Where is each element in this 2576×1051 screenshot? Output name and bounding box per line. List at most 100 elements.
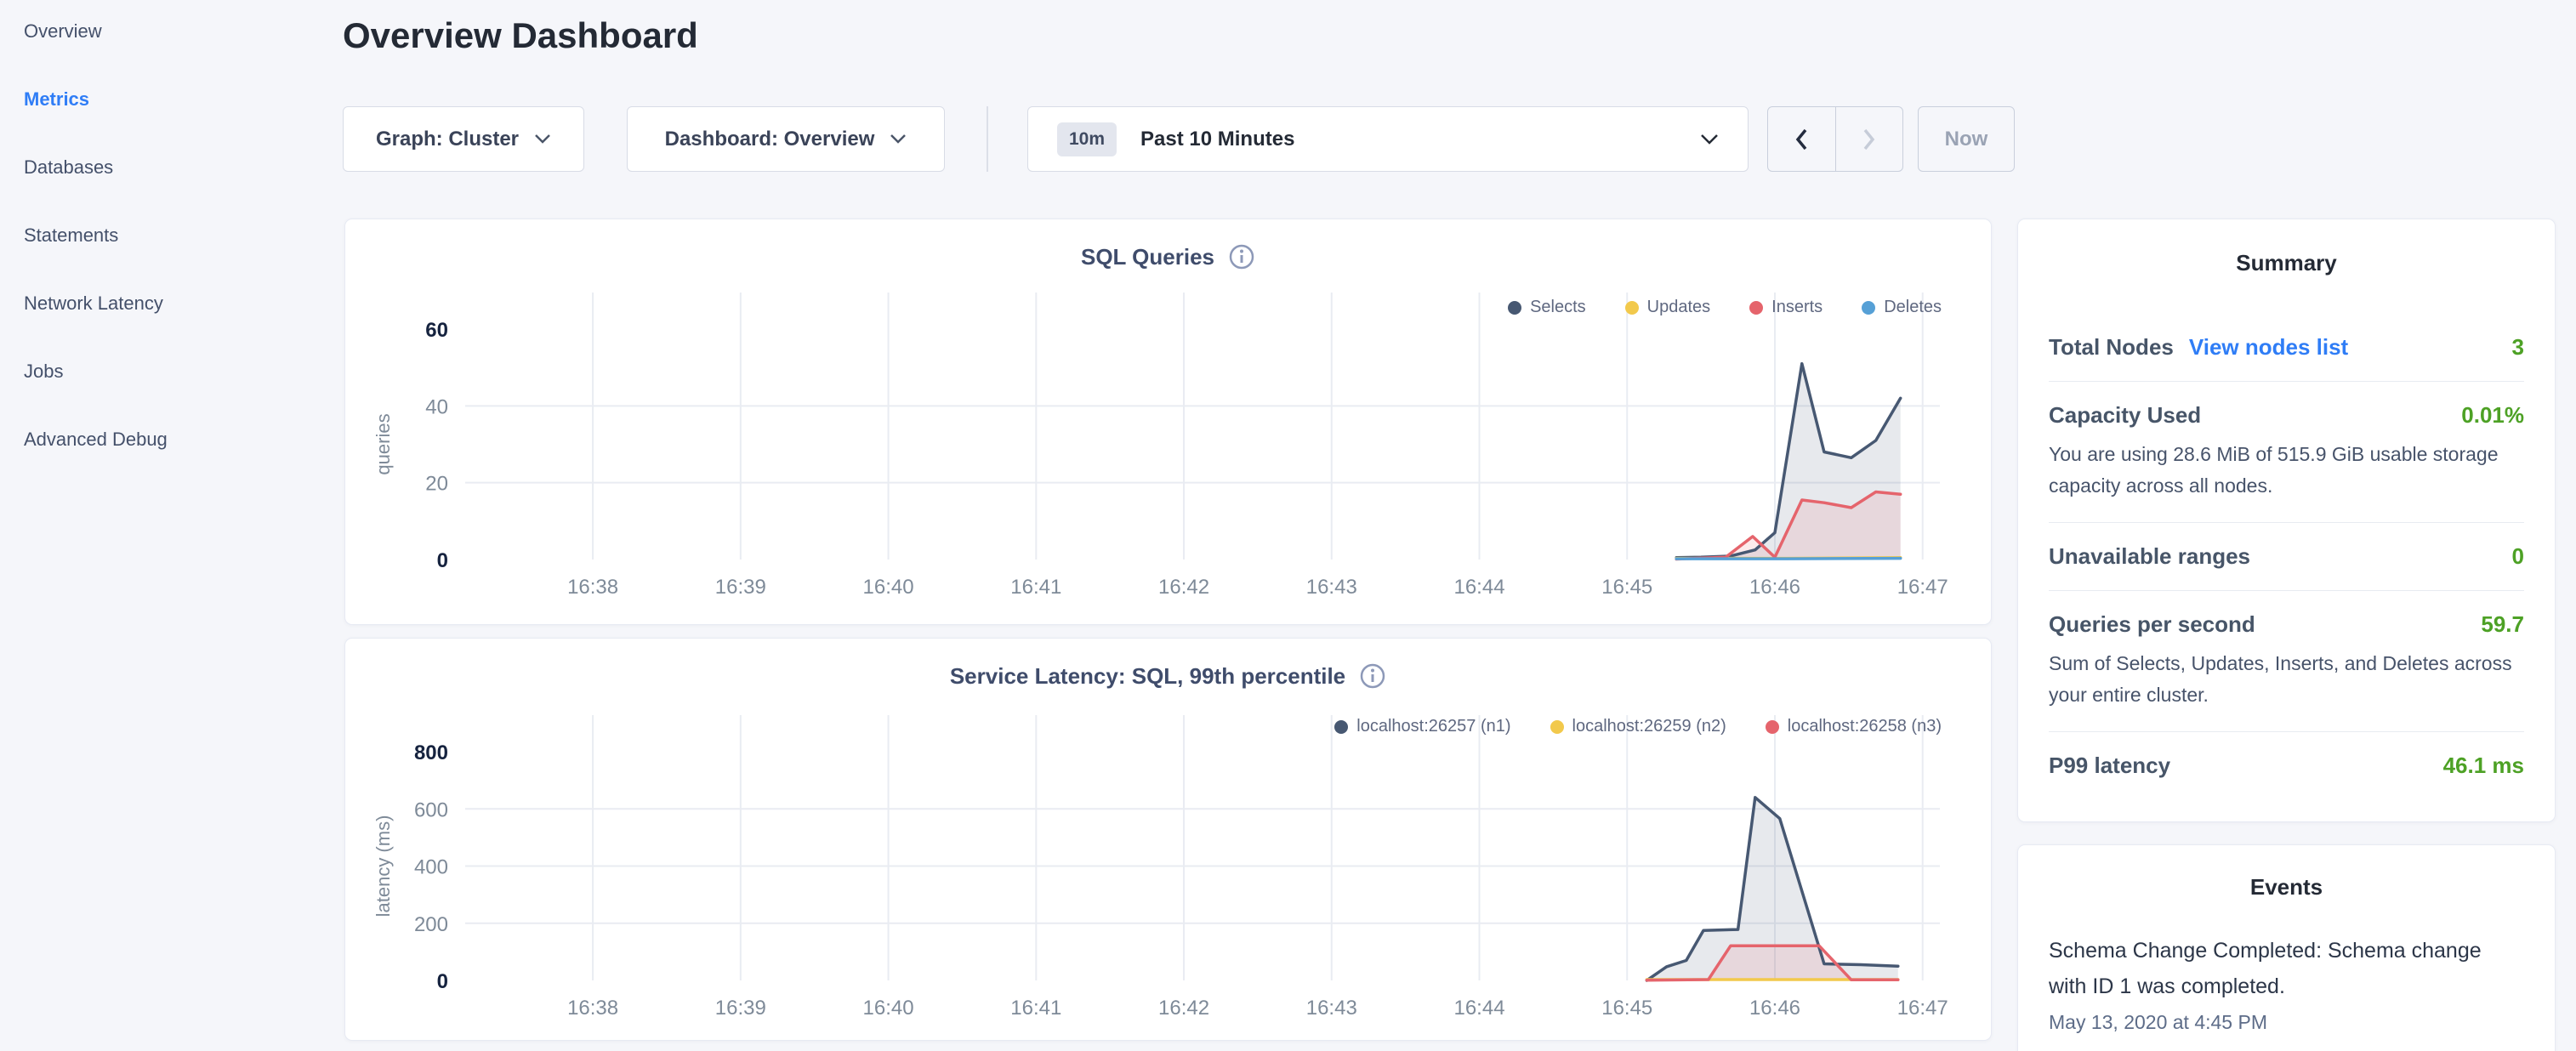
summary-row-label: Queries per second (2049, 611, 2255, 638)
svg-text:16:43: 16:43 (1306, 576, 1357, 599)
controls-divider (987, 106, 988, 172)
chevron-left-icon (1794, 128, 1808, 151)
summary-row-subtext: Sum of Selects, Updates, Inserts, and De… (2049, 648, 2524, 711)
now-button[interactable]: Now (1918, 106, 2015, 172)
summary-row-label: P99 latency (2049, 753, 2170, 779)
sidebar-item-statements[interactable]: Statements (0, 204, 333, 272)
info-icon[interactable] (1228, 243, 1255, 270)
legend-dot (1508, 301, 1521, 315)
summary-row-value: 59.7 (2481, 611, 2524, 638)
summary-title: Summary (2049, 250, 2524, 276)
dashboard-dropdown[interactable]: Dashboard: Overview (627, 106, 945, 172)
events-panel: Events Schema Change Completed: Schema c… (2017, 844, 2556, 1051)
legend-dot (1334, 720, 1348, 734)
sidebar-item-jobs[interactable]: Jobs (0, 340, 333, 408)
summary-row: Capacity Used 0.01% You are using 28.6 MiB… (2049, 381, 2524, 522)
svg-text:16:43: 16:43 (1306, 997, 1357, 1020)
chart-title: Service Latency: SQL, 99th percentile (950, 663, 1345, 690)
chevron-down-icon (1700, 134, 1719, 145)
svg-text:400: 400 (414, 856, 448, 879)
summary-row-value: 0 (2512, 543, 2524, 570)
svg-text:16:44: 16:44 (1453, 997, 1504, 1020)
legend-item: Selects (1508, 298, 1586, 317)
svg-text:800: 800 (414, 741, 448, 764)
event-item: Schema Change Completed: Schema change w… (2049, 933, 2524, 1034)
sidebar-item-advanced-debug[interactable]: Advanced Debug (0, 408, 333, 476)
chevron-down-icon (534, 134, 551, 145)
events-list: Schema Change Completed: Schema change w… (2049, 933, 2524, 1034)
sql-queries-chart: 020406016:3816:3916:4016:4116:4216:4316:… (345, 219, 1992, 625)
time-range-pager (1767, 106, 1903, 172)
chart-card-sql-queries: 020406016:3816:3916:4016:4116:4216:4316:… (344, 219, 1992, 625)
svg-text:16:38: 16:38 (567, 576, 618, 599)
svg-text:16:46: 16:46 (1749, 997, 1800, 1020)
events-title: Events (2049, 874, 2524, 900)
svg-text:16:42: 16:42 (1158, 576, 1209, 599)
svg-text:16:40: 16:40 (863, 576, 914, 599)
chevron-down-icon (890, 134, 907, 145)
legend-dot (1766, 720, 1779, 734)
sidebar-item-databases[interactable]: Databases (0, 136, 333, 204)
legend-item: Deletes (1862, 298, 1942, 317)
svg-text:200: 200 (414, 913, 448, 936)
sidebar-item-network-latency[interactable]: Network Latency (0, 272, 333, 340)
sidebar-item-overview[interactable]: Overview (0, 0, 333, 68)
time-range-badge: 10m (1057, 122, 1117, 156)
sidebar-nav: OverviewMetricsDatabasesStatementsNetwor… (0, 0, 333, 1051)
page-title: Overview Dashboard (343, 15, 698, 56)
summary-row-value: 3 (2512, 334, 2524, 361)
info-icon[interactable] (1359, 662, 1386, 690)
summary-row: Unavailable ranges 0 (2049, 522, 2524, 590)
svg-text:16:41: 16:41 (1010, 997, 1061, 1020)
summary-row-value: 46.1 ms (2443, 753, 2524, 779)
summary-row: Queries per second 59.7 Sum of Selects, Up… (2049, 590, 2524, 731)
legend-item: localhost:26257 (n1) (1334, 717, 1510, 736)
svg-text:40: 40 (425, 395, 448, 418)
chart-title: SQL Queries (1081, 244, 1214, 270)
svg-text:20: 20 (425, 473, 448, 496)
legend-dot (1625, 301, 1639, 315)
summary-row-label: Total Nodes (2049, 334, 2174, 361)
now-button-label: Now (1945, 128, 1988, 151)
summary-row-label: Unavailable ranges (2049, 543, 2250, 570)
dashboard-dropdown-label: Dashboard: Overview (665, 128, 875, 151)
view-nodes-list-link[interactable]: View nodes list (2189, 334, 2348, 361)
summary-row: Total Nodes View nodes list 3 (2049, 314, 2524, 381)
svg-text:latency (ms): latency (ms) (372, 815, 394, 917)
summary-row-subtext: You are using 28.6 MiB of 515.9 GiB usab… (2049, 439, 2524, 502)
overview-dashboard-page: OverviewMetricsDatabasesStatementsNetwor… (0, 0, 2576, 1051)
graph-dropdown[interactable]: Graph: Cluster (343, 106, 584, 172)
svg-text:16:45: 16:45 (1601, 997, 1652, 1020)
chart-legend: SelectsUpdatesInsertsDeletes (1508, 298, 1942, 317)
svg-text:16:41: 16:41 (1010, 576, 1061, 599)
svg-text:16:40: 16:40 (863, 997, 914, 1020)
svg-text:16:47: 16:47 (1897, 997, 1948, 1020)
summary-panel: Summary Total Nodes View nodes list 3 Capac… (2017, 219, 2556, 822)
legend-item: Updates (1625, 298, 1711, 317)
event-timestamp: May 13, 2020 at 4:45 PM (2049, 1011, 2524, 1034)
next-range-button[interactable] (1835, 107, 1903, 171)
svg-text:16:38: 16:38 (567, 997, 618, 1020)
time-range-selector[interactable]: 10m Past 10 Minutes (1027, 106, 1749, 172)
chart-card-service-latency: 020040060080016:3816:3916:4016:4116:4216… (344, 638, 1992, 1041)
summary-row-value: 0.01% (2461, 402, 2524, 429)
svg-text:16:39: 16:39 (715, 576, 766, 599)
time-range-label: Past 10 Minutes (1140, 128, 1700, 151)
sidebar-item-metrics[interactable]: Metrics (0, 68, 333, 136)
summary-row: P99 latency 46.1 ms (2049, 731, 2524, 799)
legend-dot (1862, 301, 1875, 315)
svg-text:16:47: 16:47 (1897, 576, 1948, 599)
svg-text:16:46: 16:46 (1749, 576, 1800, 599)
svg-text:16:44: 16:44 (1453, 576, 1504, 599)
legend-item: localhost:26258 (n3) (1766, 717, 1942, 736)
summary-row-label: Capacity Used (2049, 402, 2201, 429)
svg-text:16:42: 16:42 (1158, 997, 1209, 1020)
event-text: Schema Change Completed: Schema change w… (2049, 933, 2524, 1004)
chevron-right-icon (1862, 128, 1876, 151)
prev-range-button[interactable] (1768, 107, 1835, 171)
svg-text:16:39: 16:39 (715, 997, 766, 1020)
svg-text:0: 0 (437, 970, 448, 993)
svg-text:queries: queries (372, 413, 394, 474)
service-latency-chart: 020040060080016:3816:3916:4016:4116:4216… (345, 639, 1992, 1041)
legend-item: localhost:26259 (n2) (1550, 717, 1726, 736)
